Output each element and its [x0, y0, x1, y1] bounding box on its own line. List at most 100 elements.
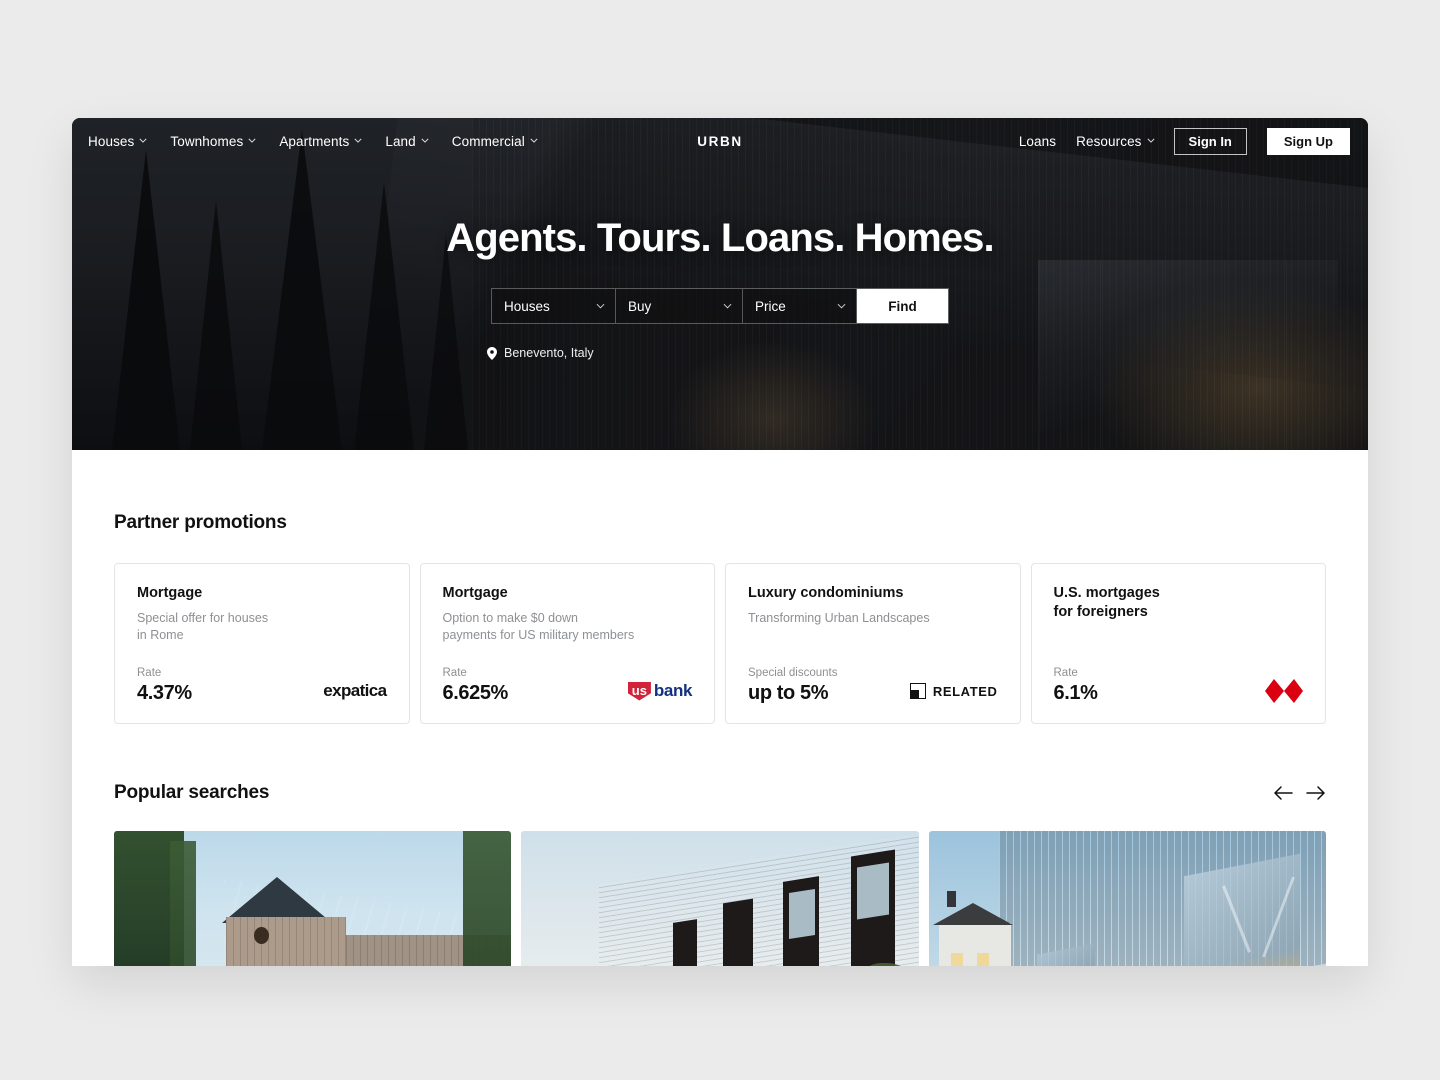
find-button[interactable]: Find — [857, 289, 948, 323]
chevron-down-icon — [139, 138, 147, 145]
promo-title: U.S. mortgages for foreigners — [1053, 585, 1160, 620]
promo-metric-value: 6.1% — [1053, 682, 1098, 704]
neighbouring-house-roof — [932, 903, 1013, 925]
promo-metric-value: up to 5% — [748, 682, 829, 704]
main-navigation: Houses Townhomes Apartments Land Commerc… — [72, 118, 1368, 164]
search-location[interactable]: Benevento, Italy — [487, 346, 953, 360]
modern-glass-building-photo[interactable] — [928, 831, 1326, 966]
property-search-bar: Houses Buy Price Find — [491, 288, 949, 324]
nav-item-houses[interactable]: Houses — [88, 134, 147, 149]
popular-searches-heading: Popular searches — [114, 782, 270, 803]
us-bank-logo: us bank — [627, 679, 692, 703]
related-logo: RELATED — [909, 679, 998, 703]
window-recess — [722, 898, 753, 966]
lit-window — [976, 953, 989, 966]
forest-backdrop — [463, 831, 512, 966]
promo-footer: Special discounts up to 5% RELATED — [748, 667, 998, 705]
window-glass — [856, 862, 889, 920]
us-bank-shield-text: us — [627, 681, 651, 701]
search-price-value: Price — [755, 298, 786, 314]
chevron-down-icon — [354, 138, 362, 145]
hero-section: Houses Townhomes Apartments Land Commerc… — [72, 118, 1368, 450]
page-body: Partner promotions Mortgage Special offe… — [72, 450, 1368, 966]
carousel-navigation — [1273, 783, 1326, 803]
nav-item-label: Resources — [1076, 133, 1142, 149]
nav-item-label: Land — [385, 133, 416, 149]
promo-metric: Rate 6.1% — [1054, 667, 1098, 705]
page-title: Agents. Tours. Loans. Homes. — [446, 216, 994, 260]
search-property-type-select[interactable]: Houses — [492, 289, 616, 323]
promo-footer: Rate 6.1% — [1054, 667, 1303, 705]
promo-card-expatica[interactable]: Mortgage Special offer for houses in Rom… — [114, 563, 410, 724]
round-vent — [254, 927, 269, 944]
search-price-select[interactable]: Price — [743, 289, 857, 323]
chevron-down-icon — [596, 303, 605, 310]
neighbouring-house — [938, 923, 1011, 966]
hsbc-hexagon-icon — [1265, 679, 1303, 703]
arrow-left-icon — [1274, 786, 1293, 800]
expatica-logo-text: expatica — [323, 681, 387, 700]
carousel-prev-button[interactable] — [1273, 783, 1293, 803]
promo-metric-label: Rate — [442, 667, 467, 679]
nav-item-loans[interactable]: Loans — [1019, 134, 1056, 149]
nav-item-apartments[interactable]: Apartments — [279, 133, 362, 149]
nav-item-commercial[interactable]: Commercial — [451, 133, 538, 149]
promo-subtitle: Transforming Urban Landscapes — [748, 610, 930, 625]
window-recess — [672, 919, 697, 966]
promo-metric-label: Rate — [1053, 667, 1078, 679]
chimney — [946, 891, 956, 907]
hsbc-logo — [1265, 679, 1303, 703]
promo-metric: Special discounts up to 5% — [748, 667, 838, 705]
promotions-grid: Mortgage Special offer for houses in Rom… — [114, 563, 1326, 724]
promo-metric-label: Rate — [137, 667, 162, 679]
nav-item-land[interactable]: Land — [385, 133, 429, 149]
promotions-heading: Partner promotions — [114, 512, 287, 533]
barn-style-house-photo[interactable] — [114, 831, 512, 966]
browser-window: Houses Townhomes Apartments Land Commerc… — [72, 118, 1368, 966]
nav-item-resources[interactable]: Resources — [1076, 133, 1155, 149]
nav-item-label: Commercial — [451, 133, 525, 149]
promo-card-us-bank[interactable]: Mortgage Option to make $0 down payments… — [419, 563, 715, 724]
promo-metric-label: Special discounts — [748, 667, 838, 679]
search-transaction-value: Buy — [628, 298, 652, 314]
nav-item-label: Loans — [1018, 133, 1057, 149]
hero-content: Agents. Tours. Loans. Homes. Houses Buy … — [72, 216, 1368, 360]
promo-card-hsbc[interactable]: U.S. mortgages for foreigners Rate 6.1% — [1030, 563, 1326, 724]
house-wall — [226, 917, 346, 966]
promo-card-related[interactable]: Luxury condominiums Transforming Urban L… — [725, 563, 1021, 724]
popular-searches-grid — [114, 831, 1326, 966]
promo-footer: Rate 4.37% expatica — [137, 667, 387, 705]
promo-metric-value: 6.625% — [442, 682, 509, 704]
promo-title: Luxury condominiums — [748, 585, 904, 601]
window-glass — [788, 888, 815, 940]
promo-metric: Rate 4.37% — [137, 667, 192, 705]
nav-item-label: Apartments — [279, 133, 350, 149]
promo-footer: Rate 6.625% us bank — [443, 667, 693, 705]
related-logo-text: RELATED — [932, 683, 998, 699]
search-transaction-select[interactable]: Buy — [616, 289, 743, 323]
sign-up-button[interactable]: Sign Up — [1266, 127, 1350, 155]
chevron-down-icon — [1147, 138, 1155, 145]
chevron-down-icon — [723, 303, 732, 310]
promo-metric-value: 4.37% — [137, 682, 192, 704]
sign-in-button[interactable]: Sign In — [1173, 127, 1247, 155]
expatica-logo: expatica — [323, 679, 387, 703]
nav-item-label: Townhomes — [170, 133, 244, 149]
site-logo[interactable]: URBN — [697, 134, 742, 149]
brick-townhouses-photo[interactable] — [521, 831, 919, 966]
chevron-down-icon — [248, 138, 256, 145]
chevron-down-icon — [530, 138, 538, 145]
search-property-type-value: Houses — [504, 298, 550, 314]
us-bank-word-text: bank — [653, 681, 692, 700]
related-logo-mark-icon — [909, 683, 926, 699]
promo-metric: Rate 6.625% — [442, 667, 509, 705]
popular-searches-header: Popular searches — [114, 782, 1326, 804]
location-label: Benevento, Italy — [504, 346, 594, 360]
nav-item-townhomes[interactable]: Townhomes — [170, 133, 256, 149]
carousel-next-button[interactable] — [1306, 783, 1326, 803]
promo-subtitle: Special offer for houses in Rome — [137, 610, 269, 642]
chevron-down-icon — [421, 138, 429, 145]
arrow-right-icon — [1306, 786, 1325, 800]
forest-backdrop — [170, 841, 196, 966]
nav-primary-links: Houses Townhomes Apartments Land Commerc… — [88, 133, 538, 149]
